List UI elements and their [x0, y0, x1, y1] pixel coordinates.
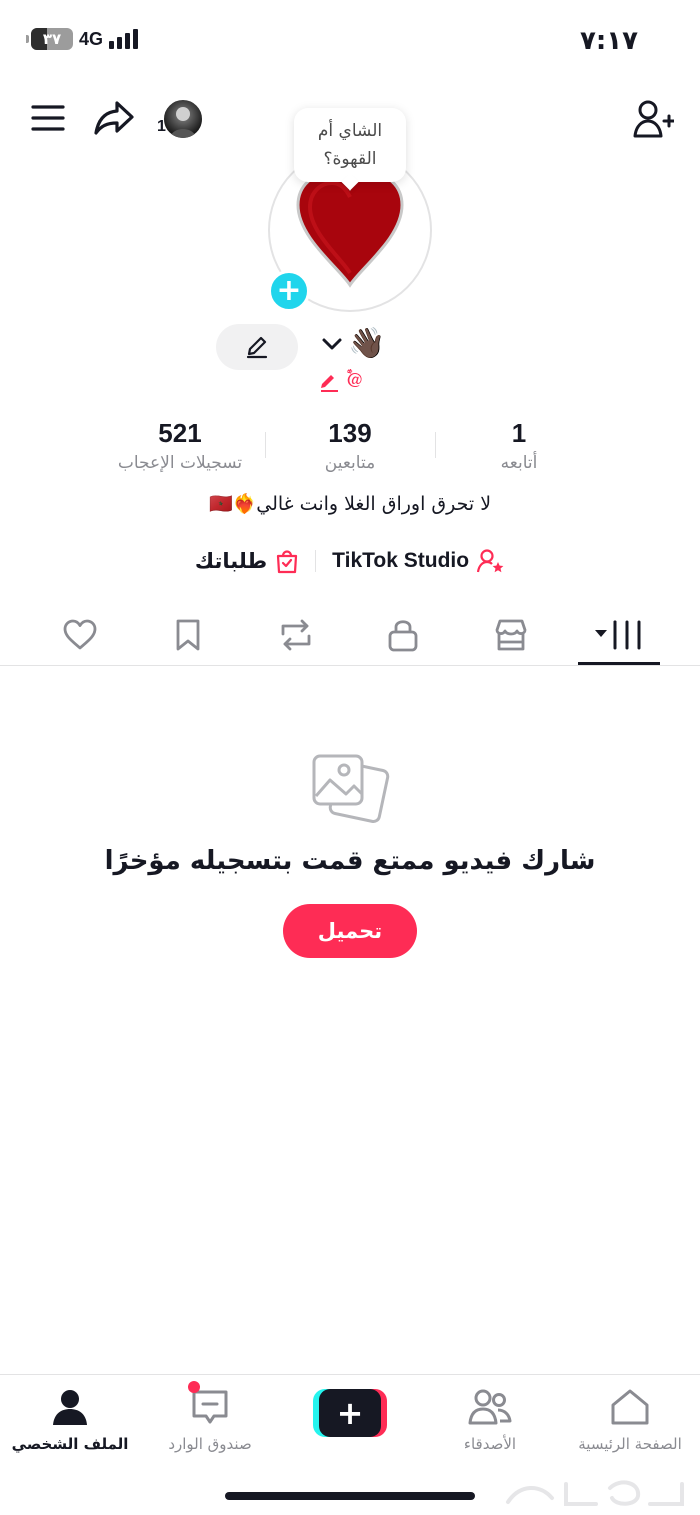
- likes-stat[interactable]: 521 تسجيلات الإعجاب: [95, 418, 265, 473]
- shopping-bag-icon: [277, 550, 298, 574]
- status-indicators: ٣٧ 4G: [26, 28, 139, 50]
- edit-handle-icon: [321, 374, 338, 392]
- create-plus-icon: +: [319, 1389, 381, 1437]
- network-type: 4G: [79, 28, 104, 49]
- profile-icon: [46, 1383, 94, 1431]
- likes-count: 521: [158, 418, 202, 448]
- photos-icon: [308, 752, 392, 826]
- repost-icon: [281, 619, 311, 651]
- grid-icon: [595, 620, 641, 650]
- profile-tabs: [0, 604, 700, 666]
- create-button[interactable]: +: [313, 1389, 387, 1437]
- menu-icon[interactable]: [28, 100, 68, 136]
- inbox-notification-dot: [188, 1381, 200, 1393]
- followers-stat[interactable]: 139 متابعين: [265, 418, 435, 473]
- add-friend-icon[interactable]: [630, 98, 676, 140]
- nav-friends[interactable]: الأصدقاء: [420, 1383, 560, 1453]
- followers-label: متابعين: [324, 453, 376, 473]
- edit-profile-button[interactable]: [216, 324, 298, 370]
- following-count: 1: [511, 418, 527, 448]
- following-stat[interactable]: 1 أتابعه: [434, 418, 604, 473]
- watermark-logo: [506, 1480, 684, 1506]
- orders-label: طلباتك: [194, 549, 268, 573]
- name-emoji: 👋🏿: [348, 326, 386, 361]
- pencil-icon: [246, 336, 268, 359]
- home-icon: [606, 1383, 654, 1431]
- nav-home[interactable]: الصفحة الرئيسية: [560, 1383, 700, 1453]
- lock-icon: [388, 620, 418, 652]
- nav-inbox[interactable]: صندوق الوارد: [140, 1381, 280, 1453]
- battery-icon: ٣٧: [26, 28, 73, 50]
- note-bubble[interactable]: الشاي أم القهوة؟: [294, 108, 406, 182]
- followers-count: 139: [328, 418, 372, 448]
- switch-account-count: 1: [157, 118, 166, 135]
- shop-icon: [495, 619, 527, 651]
- following-label: أتابعه: [500, 453, 538, 473]
- battery-level: ٣٧: [42, 30, 62, 48]
- nav-profile[interactable]: الملف الشخصي: [0, 1383, 140, 1453]
- active-tab-indicator: [578, 662, 660, 665]
- profile-links: طلباتك TikTok Studio: [0, 548, 700, 574]
- username-handle: @ٌٌ۟: [346, 370, 364, 392]
- add-avatar-button[interactable]: +: [268, 270, 310, 312]
- home-indicator[interactable]: [225, 1492, 475, 1500]
- heart-icon: [63, 619, 97, 650]
- link-divider: [315, 550, 317, 572]
- share-icon[interactable]: [92, 96, 136, 140]
- status-time: ٧:١٧: [579, 26, 638, 56]
- tab-shop[interactable]: [461, 604, 561, 666]
- tab-reposts[interactable]: [246, 604, 346, 666]
- upload-button[interactable]: تحميل: [283, 904, 417, 958]
- tab-videos[interactable]: [569, 604, 669, 666]
- signal-icon: [109, 29, 139, 49]
- orders-link[interactable]: طلباتك: [195, 548, 299, 574]
- bookmark-icon: [176, 619, 200, 651]
- profile-bio: لا تحرق اوراق الغلا وانت غالي❤️‍🔥🇲🇦: [208, 493, 492, 515]
- profile-name[interactable]: 👋🏿: [320, 326, 385, 361]
- likes-label: تسجيلات الإعجاب: [117, 453, 243, 473]
- empty-state-title: شارك فيديو ممتع قمت بتسجيله مؤخرًا: [104, 846, 596, 876]
- tab-liked[interactable]: [30, 604, 130, 666]
- nav-inbox-label: صندوق الوارد: [168, 1435, 252, 1453]
- creator-star-icon: [477, 549, 504, 573]
- handle-row[interactable]: @ٌٌ۟: [318, 370, 363, 393]
- switch-account-avatar[interactable]: [162, 98, 204, 140]
- tiktok-studio-link[interactable]: TikTok Studio: [332, 548, 505, 574]
- friends-icon: [466, 1383, 514, 1431]
- nav-home-label: الصفحة الرئيسية: [578, 1435, 682, 1453]
- tab-favorites[interactable]: [138, 604, 238, 666]
- nav-profile-label: الملف الشخصي: [11, 1435, 129, 1453]
- chevron-down-icon: [322, 338, 342, 349]
- tab-private[interactable]: [353, 604, 453, 666]
- inbox-icon: [186, 1381, 234, 1431]
- tiktok-studio-label: TikTok Studio: [332, 549, 470, 572]
- nav-friends-label: الأصدقاء: [463, 1435, 517, 1453]
